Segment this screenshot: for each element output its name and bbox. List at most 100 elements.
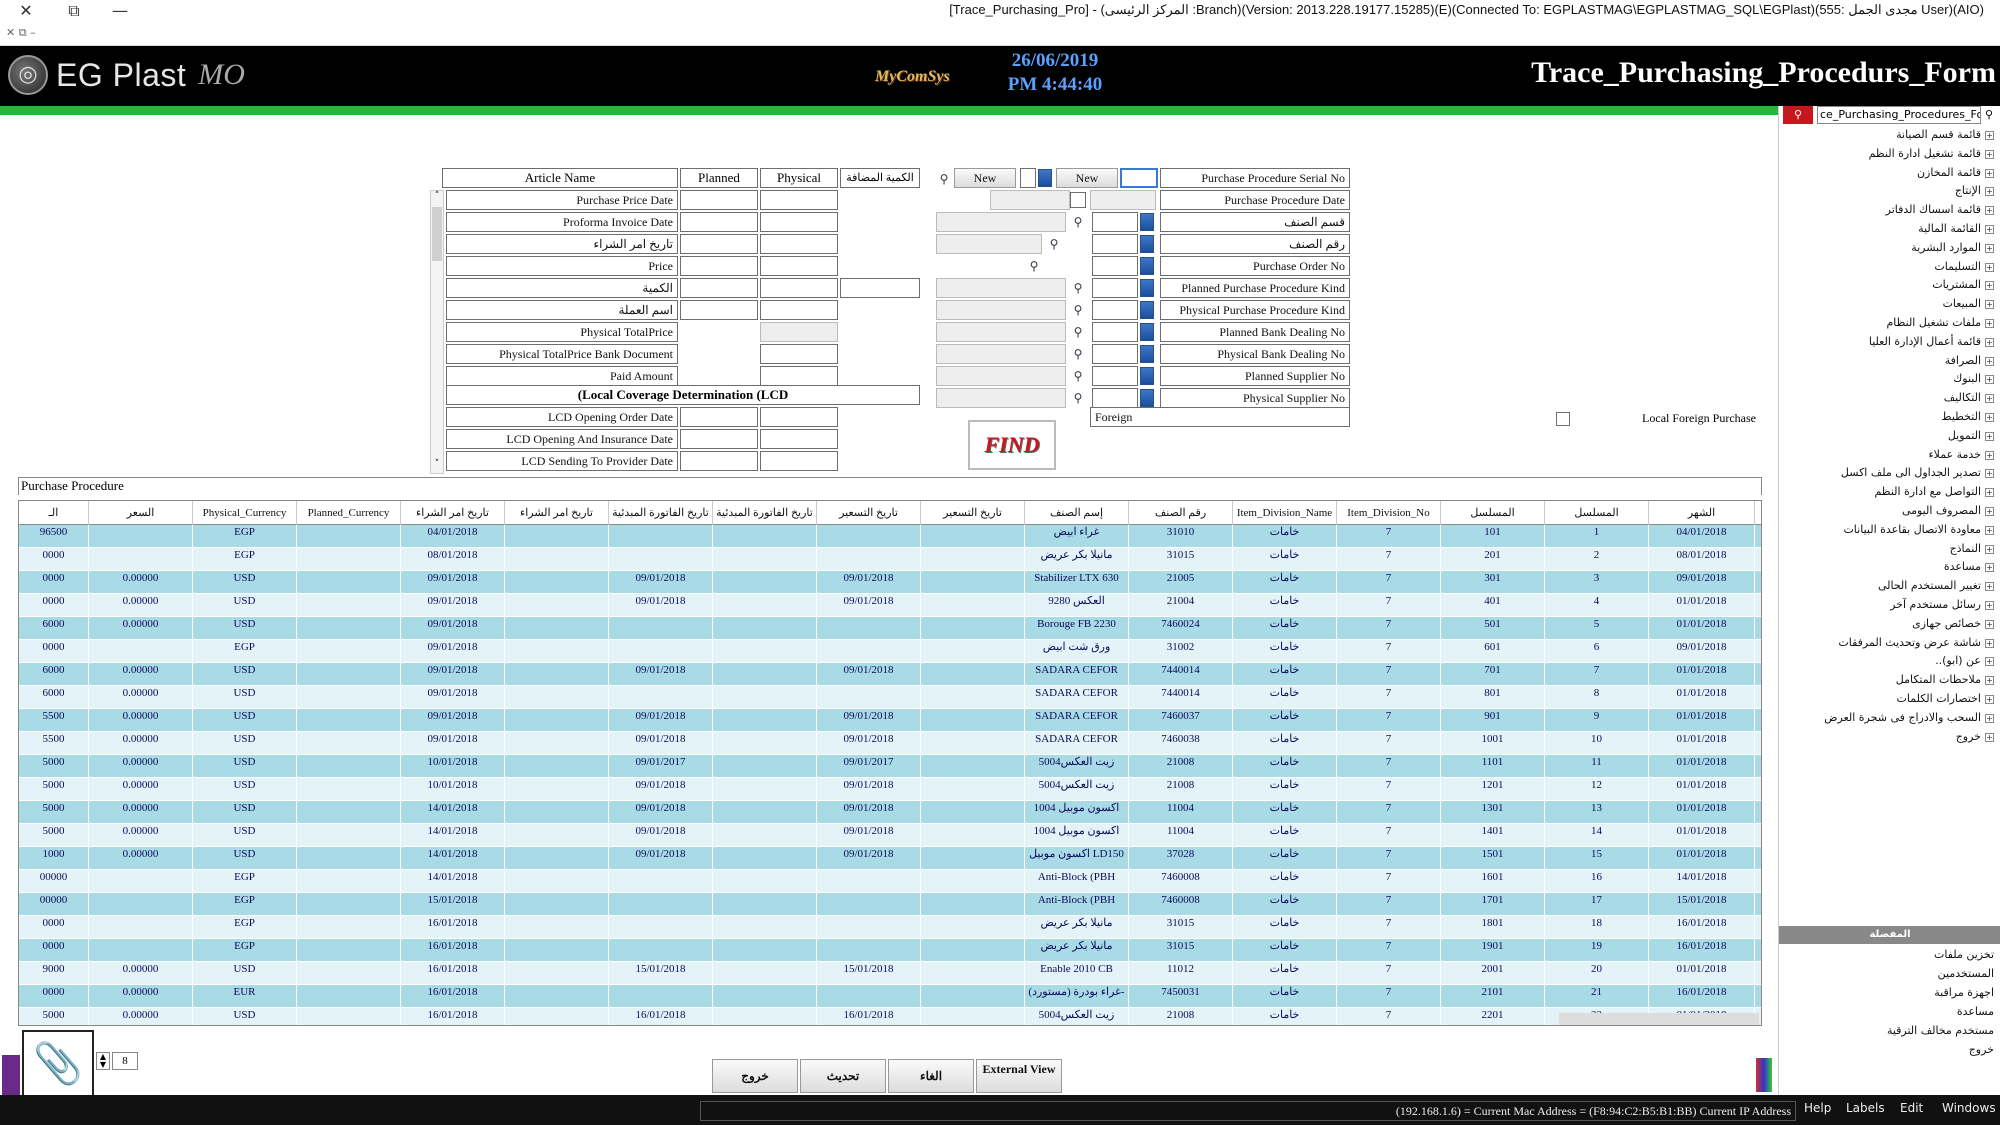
grid-column-header[interactable]: تاريخ التسعير: [817, 501, 921, 525]
tree-item[interactable]: + التمويل: [1948, 429, 1994, 447]
picker-icon[interactable]: [1140, 213, 1154, 231]
favorite-item[interactable]: خروج: [1969, 1043, 1994, 1061]
find-button[interactable]: FIND: [968, 420, 1056, 470]
expand-icon[interactable]: +: [1985, 563, 1994, 573]
planned-input[interactable]: [680, 300, 758, 320]
tree-item[interactable]: + قائمة المخازن: [1917, 166, 1994, 184]
table-row[interactable]: 0000 EGP 16/01/2018 مانيلا بكر عريض 31015 خام…: [19, 916, 1761, 939]
expand-icon[interactable]: +: [1985, 319, 1994, 328]
grid-column-header[interactable]: تاريخ امر الشراء: [401, 501, 505, 525]
table-row[interactable]: 5000 0.00000 USD 10/01/2018 09/01/2018 09/01/…: [19, 778, 1761, 801]
expand-icon[interactable]: +: [1985, 413, 1994, 422]
table-row[interactable]: 00000 EGP 15/01/2018 Anti-Block (PBH 7460008…: [19, 893, 1761, 916]
grid-column-header[interactable]: الشهر: [1649, 501, 1755, 525]
search-icon[interactable]: ⚲: [1046, 235, 1062, 253]
tree-item[interactable]: + قائمة أعمال الإدارة العليا: [1869, 335, 1994, 353]
tree-item[interactable]: + رسائل مستخدم آخر: [1890, 598, 1994, 616]
serial-no-input[interactable]: [1120, 168, 1158, 188]
favorite-item[interactable]: المستخدمين: [1938, 967, 1994, 985]
tree-item[interactable]: + التواصل مع ادارة النظم: [1874, 485, 1994, 503]
tree-item[interactable]: + تصدير الجداول الى ملف اكسل: [1841, 466, 1994, 484]
tree-item[interactable]: + خصائص جهازى: [1912, 617, 1994, 635]
expand-icon[interactable]: +: [1985, 638, 1994, 648]
grid-column-header[interactable]: السعر: [89, 501, 193, 525]
tree-item[interactable]: + المبيعات: [1943, 297, 1994, 315]
table-row[interactable]: 0000 EGP 08/01/2018 مانيلا بكر عريض 31015 خام…: [19, 548, 1761, 571]
table-row[interactable]: 0000 0.00000 EUR 16/01/2018 غراء بودرة (مستو…: [19, 985, 1761, 1008]
code-input[interactable]: [1092, 300, 1138, 320]
picker-icon[interactable]: [1140, 257, 1154, 275]
scroll-down-icon[interactable]: ˅: [431, 459, 443, 473]
cancel-button[interactable]: الغاء: [888, 1059, 974, 1093]
expand-icon[interactable]: +: [1985, 356, 1994, 366]
table-row[interactable]: 6000 0.00000 USD 09/01/2018 SADARA CEFOR 7440…: [19, 686, 1761, 709]
tree-item[interactable]: + شاشة عرض وتحديث المرفقات: [1838, 636, 1994, 654]
tree-item[interactable]: + مساعدة: [1944, 560, 1994, 578]
grid-column-header[interactable]: Item_Division_Name: [1233, 501, 1337, 525]
expand-icon[interactable]: +: [1985, 544, 1994, 554]
search-icon[interactable]: ⚲: [1070, 367, 1086, 385]
table-row[interactable]: 9000 0.00000 USD 16/01/2018 15/01/2018 15/01/…: [19, 962, 1761, 985]
expand-icon[interactable]: +: [1985, 131, 1994, 140]
table-row[interactable]: 96500 EGP 04/01/2018 غراء ابيض 31010 خامات 7 10…: [19, 525, 1761, 548]
code-input[interactable]: [1092, 234, 1138, 254]
expand-icon[interactable]: +: [1985, 469, 1994, 479]
tree-item[interactable]: + الإنتاج: [1955, 184, 1994, 202]
grid-column-header[interactable]: تاريخ الفاتورة المبدئية: [713, 501, 817, 525]
grid-column-header[interactable]: الـ: [19, 501, 89, 525]
expand-icon[interactable]: +: [1985, 601, 1994, 610]
lcd-physical-input[interactable]: [760, 407, 838, 427]
expand-icon[interactable]: +: [1985, 394, 1994, 404]
tree-item[interactable]: + تغيير المستخدم الحالى: [1878, 579, 1994, 597]
picker-icon[interactable]: [1140, 301, 1154, 319]
tree-item[interactable]: + النماذج: [1950, 542, 1994, 560]
calendar-icon[interactable]: [1070, 192, 1086, 208]
expand-icon[interactable]: +: [1985, 243, 1994, 253]
grid-column-header[interactable]: إسم الصنف: [1025, 501, 1129, 525]
grid-column-header[interactable]: Physical_Currency: [193, 501, 297, 525]
lcd-planned-input[interactable]: [680, 451, 758, 471]
scroll-thumb[interactable]: [432, 207, 442, 261]
planned-input[interactable]: [680, 278, 758, 298]
tree-item[interactable]: + خدمة عملاء: [1928, 448, 1994, 466]
physical-input[interactable]: [760, 234, 838, 254]
tree-item[interactable]: + ملفات تشغيل النظام: [1886, 316, 1994, 334]
expand-icon[interactable]: +: [1985, 695, 1994, 704]
date-input-2[interactable]: [1090, 190, 1156, 210]
expand-icon[interactable]: +: [1985, 375, 1994, 385]
favorite-item[interactable]: تخزين ملفات: [1934, 948, 1994, 966]
table-row[interactable]: 6000 0.00000 USD 09/01/2018 Borouge FB 2230 7…: [19, 617, 1761, 640]
window-restore-button[interactable]: ⧉: [52, 0, 96, 22]
search-icon[interactable]: ⚲: [936, 170, 952, 188]
search-icon[interactable]: ⚲: [1070, 389, 1086, 407]
physical-input[interactable]: [760, 278, 838, 298]
planned-input[interactable]: [680, 212, 758, 232]
favorite-item[interactable]: مستخدم مخالف الترقية: [1887, 1024, 1994, 1042]
table-row[interactable]: 0000 EGP 09/01/2018 ورق شت ابيض 31002 خامات 7 6…: [19, 640, 1761, 663]
tree-item[interactable]: + الموارد البشرية: [1911, 241, 1994, 259]
tree-item[interactable]: + قائمة تشغيل ادارة النظم: [1869, 147, 1994, 165]
page-spinner[interactable]: ▲ ▼: [96, 1052, 110, 1070]
table-row[interactable]: 1000 0.00000 USD 14/01/2018 09/01/2018 09/01/…: [19, 847, 1761, 870]
table-row[interactable]: 5000 0.00000 USD 10/01/2018 09/01/2017 09/01/…: [19, 755, 1761, 778]
code-input[interactable]: [1092, 278, 1138, 298]
expand-icon[interactable]: +: [1985, 187, 1994, 197]
code-input[interactable]: [1092, 344, 1138, 364]
page-number[interactable]: 8: [112, 1052, 138, 1070]
tree-item[interactable]: + عن (ابو)..: [1935, 654, 1994, 672]
lcd-physical-input[interactable]: [760, 429, 838, 449]
search-icon[interactable]: ⚲: [1070, 323, 1086, 341]
code-input[interactable]: [1092, 322, 1138, 342]
mdi-controls[interactable]: ✕ ⧉ –: [6, 26, 36, 40]
window-minimize-button[interactable]: —: [98, 0, 142, 22]
side-tab[interactable]: [2, 1055, 20, 1095]
picker-icon[interactable]: [1140, 323, 1154, 341]
tree-item[interactable]: + التسليمات: [1934, 260, 1994, 278]
search-icon[interactable]: ⚲: [1070, 301, 1086, 319]
expand-icon[interactable]: +: [1985, 300, 1994, 310]
tree-item[interactable]: + السحب والادراج فى شجرة العرض: [1824, 711, 1994, 729]
lcd-planned-input[interactable]: [680, 429, 758, 449]
planned-input[interactable]: [680, 256, 758, 276]
physical-input[interactable]: [760, 256, 838, 276]
picker-icon[interactable]: [1140, 279, 1154, 297]
